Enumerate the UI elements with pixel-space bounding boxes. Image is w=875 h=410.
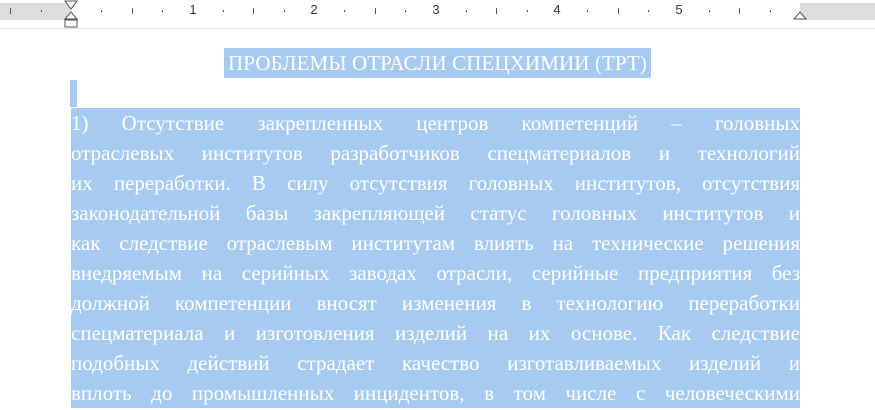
title-line: ПРОБЛЕМЫ ОТРАСЛИ СПЕЦХИМИИ (ТРТ) xyxy=(0,48,875,78)
ruler-tick xyxy=(375,8,376,14)
ruler-right-margin xyxy=(800,3,875,20)
ruler-tick xyxy=(223,10,224,12)
ruler-tick xyxy=(344,10,345,12)
ruler-tick xyxy=(739,8,740,14)
ruler-tick xyxy=(496,8,497,14)
ruler-tick xyxy=(101,10,102,12)
hanging-indent-icon[interactable] xyxy=(64,11,78,28)
ruler-tick xyxy=(648,10,649,12)
ruler-tick xyxy=(618,8,619,14)
right-indent-icon[interactable] xyxy=(793,11,807,21)
ruler-tick xyxy=(405,10,406,12)
paragraph-line: внедряемым на серийных заводах отрасли, … xyxy=(71,261,800,285)
horizontal-ruler[interactable]: 1 2 3 4 5 xyxy=(0,0,875,29)
paragraph-line: вплоть до промышленных инцидентов, в том… xyxy=(71,381,800,405)
ruler-number: 5 xyxy=(675,2,683,17)
ruler-tick xyxy=(770,10,771,12)
ruler-tick xyxy=(709,10,710,12)
paragraph-line: законодательной базы закрепляющей статус… xyxy=(71,201,800,225)
ruler-number: 3 xyxy=(432,2,440,17)
ruler-tick xyxy=(253,8,254,14)
ruler-tick xyxy=(587,10,588,12)
ruler-tick xyxy=(527,10,528,12)
paragraph-1[interactable]: 1) Отсутствие закрепленных центров компе… xyxy=(71,108,800,408)
document-title[interactable]: ПРОБЛЕМЫ ОТРАСЛИ СПЕЦХИМИИ (ТРТ) xyxy=(224,48,651,78)
paragraph-line: их переработки. В силу отсутствия головн… xyxy=(71,171,800,195)
ruler-number: 1 xyxy=(189,2,197,17)
ruler-number: 4 xyxy=(553,2,561,17)
paragraph-line: должной компетенции вносят изменения в т… xyxy=(71,291,800,315)
ruler-tick xyxy=(466,10,467,12)
selection-empty-line xyxy=(70,80,77,107)
ruler-tick xyxy=(162,10,163,12)
paragraph-line: подобных действий страдает качество изго… xyxy=(71,351,800,375)
paragraph-line: спецматериала и изготовления изделий на … xyxy=(71,321,800,345)
ruler-tick xyxy=(284,10,285,12)
paragraph-line: отраслевых институтов разработчиков спец… xyxy=(71,141,800,165)
ruler-tick xyxy=(41,10,42,12)
ruler-tick xyxy=(132,8,133,14)
paragraph-line: 1) Отсутствие закрепленных центров компе… xyxy=(71,111,800,135)
ruler-number: 2 xyxy=(310,2,318,17)
ruler-tick xyxy=(10,8,11,14)
paragraph-line: как следствие отраслевым институтам влия… xyxy=(71,231,800,255)
